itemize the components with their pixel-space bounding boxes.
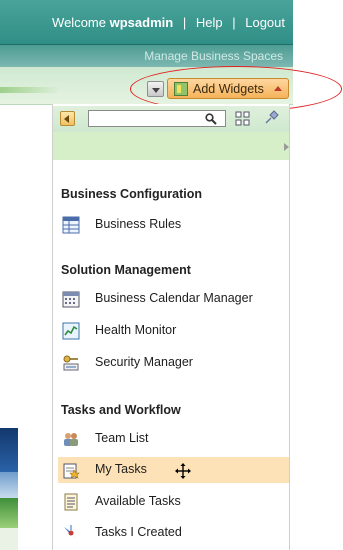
menu-item-label: My Tasks [95, 462, 147, 476]
menu-item-label: Health Monitor [95, 323, 177, 337]
my-tasks-icon [63, 463, 80, 479]
menu-item-available-tasks[interactable]: Available Tasks [58, 489, 289, 515]
separator: | [182, 15, 187, 30]
health-chart-icon [62, 322, 80, 340]
pin-icon[interactable] [264, 110, 279, 125]
menu-item-label: Security Manager [95, 355, 193, 369]
menu-item-security-manager[interactable]: Security Manager [58, 350, 289, 376]
team-icon [64, 433, 78, 446]
menu-item-tasks-i-created[interactable]: Tasks I Created [58, 520, 289, 546]
collapse-button[interactable] [60, 111, 75, 126]
menu-item-team-list[interactable]: Team List [58, 426, 289, 452]
welcome-text: Welcome wpsadmin | Help | Logout [52, 15, 285, 30]
flyout-expand-strip [53, 132, 289, 160]
welcome-prefix: Welcome [52, 15, 106, 30]
table-icon [62, 216, 80, 234]
calendar-icon [62, 291, 80, 308]
menu-item-health-monitor[interactable]: Health Monitor [58, 318, 289, 344]
menu-item-label: Team List [95, 431, 149, 445]
help-link[interactable]: Help [196, 15, 223, 30]
menu-item-label: Business Rules [95, 217, 182, 231]
menu-item-business-calendar-manager[interactable]: Business Calendar Manager [58, 286, 289, 312]
header-sub-bar: Manage Business Spaces [0, 45, 293, 67]
created-task-icon [64, 525, 78, 540]
section-title-solution-management: Solution Management [61, 263, 191, 277]
logout-link[interactable]: Logout [245, 15, 285, 30]
menu-item-label: Available Tasks [95, 494, 181, 508]
menu-item-label: Business Calendar Manager [95, 291, 253, 305]
search-icon[interactable] [205, 113, 217, 125]
section-title-tasks-and-workflow: Tasks and Workflow [61, 403, 181, 417]
manage-business-spaces-link[interactable]: Manage Business Spaces [144, 49, 283, 63]
separator: | [232, 15, 236, 30]
menu-item-business-rules[interactable]: Business Rules [58, 212, 289, 238]
header-bar: Welcome wpsadmin | Help | Logout [0, 0, 293, 45]
section-title-business-configuration: Business Configuration [61, 187, 202, 201]
task-list-icon [64, 493, 78, 511]
background-page-edge [0, 428, 18, 550]
grid-view-icon[interactable] [235, 111, 250, 126]
menu-item-label: Tasks I Created [95, 525, 182, 539]
move-cursor-icon [175, 463, 191, 479]
username: wpsadmin [109, 15, 174, 30]
keys-icon [63, 355, 79, 371]
expand-arrow-icon[interactable] [284, 143, 289, 151]
menu-item-my-tasks[interactable]: My Tasks [58, 457, 289, 483]
